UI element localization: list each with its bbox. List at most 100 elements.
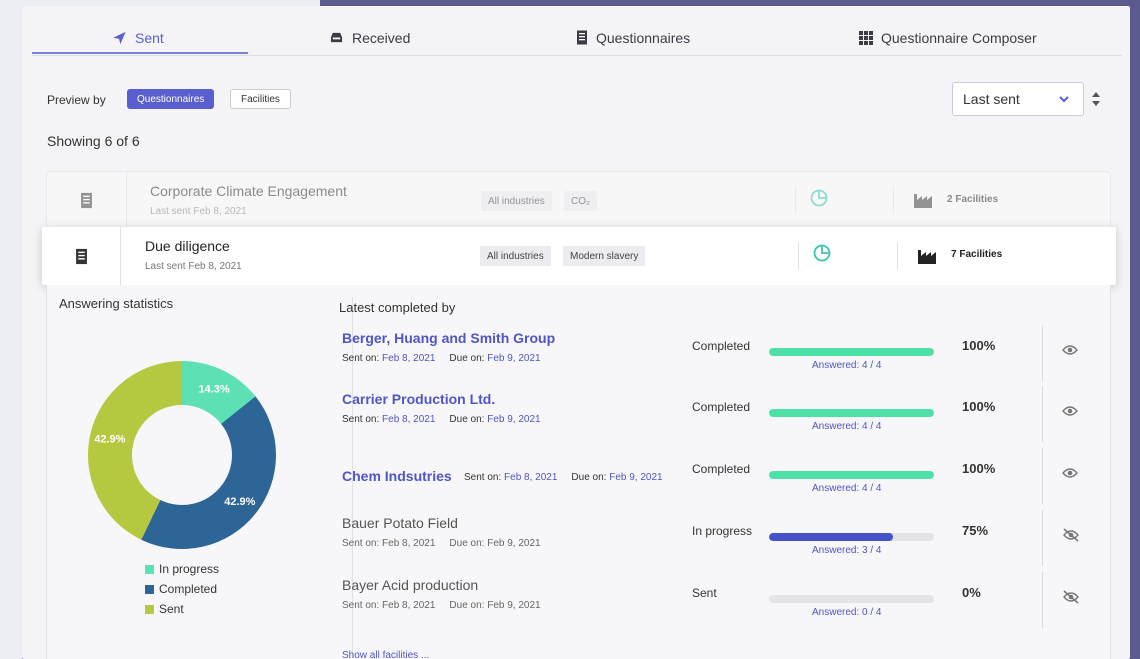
due-date: Feb 9, 2021 [487,414,541,425]
preview-facilities-button[interactable]: Facilities [230,89,291,109]
donut-label: 14.3% [199,383,230,395]
facility-name[interactable]: Berger, Huang and Smith Group [342,330,555,346]
divider [1042,386,1043,442]
sort-value: Last sent [963,91,1020,107]
questionnaire-card-selected[interactable]: Due diligence Last sent Feb 8, 2021 All … [42,227,1116,285]
latest-completed-title: Latest completed by [339,300,456,315]
divider [1042,510,1043,566]
answered-value: 3 / 4 [862,545,882,556]
answered-label: Answered: [812,483,860,494]
due-date: Feb 9, 2021 [487,600,541,611]
grid-icon [859,30,873,45]
sent-label: Sent on: [342,353,380,364]
tab-sent[interactable]: Sent [112,20,164,55]
preview-label: Preview by [47,93,106,107]
divider [897,242,898,270]
legend-label: Sent [159,602,184,616]
eye-icon[interactable] [1062,466,1078,484]
divider [798,242,799,270]
due-date: Feb 9, 2021 [487,353,541,364]
facility-dates: Sent on: Feb 8, 2021 Due on: Feb 9, 2021 [464,472,663,483]
questionnaire-card[interactable]: Corporate Climate Engagement Last sent F… [46,171,1111,229]
due-label: Due on: [449,414,485,425]
completion-percent: 75% [962,523,989,538]
sent-label: Sent on: [342,414,380,425]
sent-date: Feb 8, 2021 [504,472,558,483]
legend-swatch [145,564,154,574]
legend-swatch [145,604,154,614]
facility-name[interactable]: Carrier Production Ltd. [342,391,495,407]
status-text: Sent [692,586,717,600]
legend-item-in-progress: In progress [145,559,219,579]
completion-percent: 100% [962,461,996,476]
tab-received[interactable]: Received [329,20,410,55]
due-label: Due on: [571,472,607,483]
answered-label: Answered: [812,360,860,371]
tab-questionnaires[interactable]: Questionnaires [576,20,690,55]
legend-swatch [145,584,154,594]
preview-questionnaires-button[interactable]: Questionnaires [127,89,215,109]
tab-label: Questionnaires [596,29,691,46]
pie-chart-icon[interactable] [810,189,828,207]
facility-name[interactable]: Bauer Potato Field [342,515,458,531]
due-date: Feb 9, 2021 [487,538,541,549]
facilities-count[interactable]: 2 Facilities [947,194,998,205]
questionnaire-title: Corporate Climate Engagement [150,183,347,199]
eye-off-icon[interactable] [1062,528,1080,547]
progress-bar [769,533,934,541]
sort-direction-icon[interactable] [1091,91,1101,107]
card-icon-cell [47,172,127,228]
answered-value: 4 / 4 [862,421,882,432]
chevron-down-icon [1059,96,1069,103]
donut-label: 42.9% [94,434,125,446]
progress-bar [769,348,934,356]
progress-fill [769,471,934,479]
sent-label: Sent on: [342,600,380,611]
tab-bar: Sent Received Questionnaires Questionnai… [32,20,1122,56]
sent-label: Sent on: [464,472,502,483]
tab-label: Questionnaire Composer [881,29,1037,46]
pie-chart-icon[interactable] [813,244,831,262]
answered-count: Answered: 3 / 4 [812,545,882,556]
answering-statistics-title: Answering statistics [59,296,174,311]
progress-fill [769,533,893,541]
donut-label: 42.9% [224,496,255,508]
facility-row: Bauer Potato Field Sent on: Feb 8, 2021 Du… [342,510,1112,566]
eye-off-icon[interactable] [1062,590,1080,609]
facility-row: Berger, Huang and Smith Group Sent on: Fe… [342,325,1112,381]
completion-percent: 100% [962,399,996,414]
facility-name[interactable]: Chem Indsutries [342,468,452,484]
progress-fill [769,409,934,417]
show-all-facilities-link[interactable]: Show all facilities ... [342,650,429,659]
document-icon [577,30,587,45]
due-date: Feb 9, 2021 [609,472,663,483]
status-text: Completed [692,462,751,476]
tab-questionnaire-composer[interactable]: Questionnaire Composer [859,20,1037,55]
legend-item-sent: Sent [145,599,219,619]
divider [795,186,796,214]
legend-label: In progress [159,562,220,576]
factory-icon [914,194,932,208]
app-frame: Sent Received Questionnaires Questionnai… [22,6,1130,659]
answered-value: 4 / 4 [862,483,882,494]
answered-count: Answered: 4 / 4 [812,360,882,371]
facility-row: Carrier Production Ltd. Sent on: Feb 8, 2… [342,386,1112,442]
answered-count: Answered: 4 / 4 [812,483,882,494]
due-label: Due on: [449,600,485,611]
facility-row: Chem Indsutries Sent on: Feb 8, 2021 Due o… [342,448,1112,504]
status-text: In progress [692,524,753,538]
divider [893,186,894,214]
sent-label: Sent on: [342,538,380,549]
eye-icon[interactable] [1062,404,1078,422]
facilities-count[interactable]: 7 Facilities [951,249,1002,260]
tag-industry: All industries [481,191,552,211]
facility-name[interactable]: Bayer Acid production [342,577,478,593]
due-label: Due on: [449,538,485,549]
last-sent-text: Last sent Feb 8, 2021 [150,206,247,217]
legend-item-completed: Completed [145,579,219,599]
sort-select[interactable]: Last sent [952,82,1084,116]
eye-icon[interactable] [1062,343,1078,361]
legend-label: Completed [159,582,218,596]
progress-bar [769,595,934,603]
progress-fill [769,348,934,356]
